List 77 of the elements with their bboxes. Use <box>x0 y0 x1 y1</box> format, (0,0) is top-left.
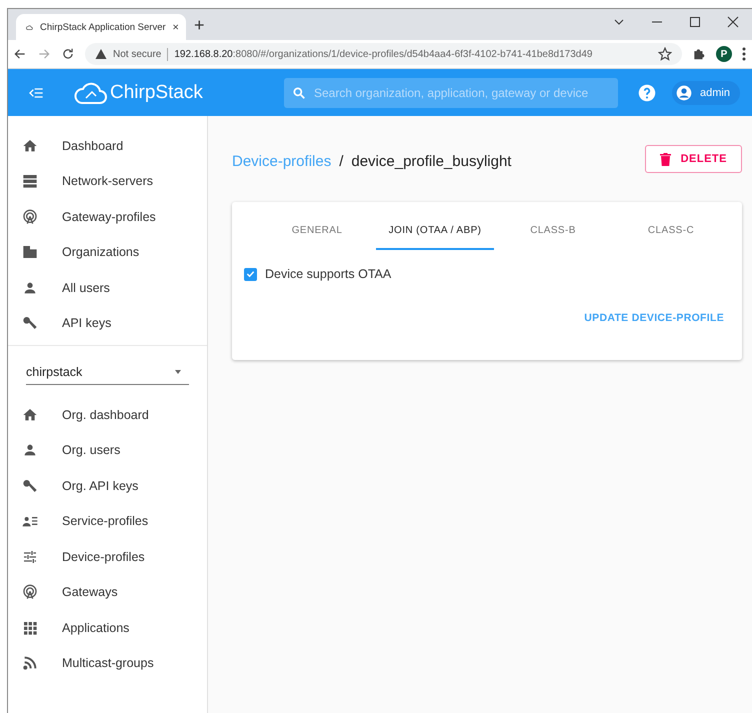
dropdown-caret-icon <box>173 369 183 375</box>
gateway-icon <box>22 584 38 600</box>
person-icon <box>22 442 38 458</box>
tab[interactable]: GENERAL <box>258 202 376 250</box>
item-label: Applications <box>62 620 130 635</box>
star-icon[interactable] <box>658 47 672 61</box>
breadcrumb-separator: / <box>339 152 344 170</box>
person-icon <box>22 280 38 296</box>
sidebar-item[interactable]: Org. API keys <box>8 468 207 504</box>
menu-collapse-icon[interactable] <box>28 86 44 100</box>
sidebar-item[interactable]: Dashboard <box>8 128 207 164</box>
apps-icon <box>22 620 38 636</box>
sidebar-item[interactable]: Organizations <box>8 234 207 270</box>
checkbox-label: Device supports OTAA <box>265 267 392 281</box>
organization-name: chirpstack <box>26 365 82 379</box>
tab-title: ChirpStack Application Server <box>40 22 166 32</box>
item-label: Network-servers <box>62 174 153 188</box>
item-label: All users <box>62 280 110 295</box>
item-label: API keys <box>62 316 112 330</box>
sidebar-item[interactable]: Org. dashboard <box>8 397 207 432</box>
key-icon <box>22 478 38 494</box>
item-label: Org. users <box>62 443 120 458</box>
reload-icon[interactable] <box>61 47 75 61</box>
item-label: Org. API keys <box>62 478 138 493</box>
logo-text: ChirpStack <box>110 82 203 104</box>
page-title: device_profile_busylight <box>351 152 512 170</box>
close-icon[interactable] <box>727 16 739 28</box>
sidebar-item[interactable]: All users <box>8 270 207 306</box>
user-name: admin <box>700 86 730 98</box>
puzzle-icon[interactable] <box>692 47 706 61</box>
item-label: Dashboard <box>62 138 124 153</box>
maximize-icon[interactable] <box>689 16 701 28</box>
sidebar-item[interactable]: Gateway-profiles <box>8 199 207 234</box>
sidebar-item[interactable]: Multicast-groups <box>8 646 207 681</box>
organization-select[interactable]: chirpstack <box>26 360 189 385</box>
tune-icon <box>22 548 38 565</box>
search-icon <box>292 86 306 100</box>
delete-button[interactable]: DELETE <box>644 145 742 173</box>
home-icon <box>22 406 38 423</box>
back-icon[interactable] <box>13 47 27 61</box>
sidebar-item[interactable]: Device-profiles <box>8 539 207 574</box>
url-text: 192.168.8.20:8080/#/organizations/1/device-profiles/d54b4aa4-6f3f-4102-b741-41be8d173d49 <box>174 48 592 60</box>
tab[interactable]: CLASS-B <box>494 202 612 250</box>
item-label: Service-profiles <box>62 514 148 528</box>
profile-avatar[interactable]: P <box>716 46 732 62</box>
tab[interactable]: CLASS-C <box>612 202 730 250</box>
address-bar[interactable]: Not secure 192.168.8.20:8080/#/organizations/1/device-profiles/d54b4aa4-6f3f-4102-b741-41be8d173d49 <box>85 43 682 65</box>
rss-icon <box>22 655 38 672</box>
item-label: Gateways <box>62 585 118 600</box>
security-label: Not secure <box>113 48 162 60</box>
warning-icon <box>95 48 107 60</box>
sidebar-item[interactable]: Applications <box>8 610 207 646</box>
home-icon <box>22 138 38 154</box>
user-menu[interactable]: admin <box>672 80 740 104</box>
sidebar-item[interactable]: Org. users <box>8 432 207 468</box>
gateway-icon <box>22 208 38 225</box>
browser-tab[interactable]: ChirpStack Application Server <box>16 14 186 40</box>
servers-icon <box>22 173 38 190</box>
new-tab-button[interactable]: + <box>186 15 213 40</box>
help-icon[interactable] <box>638 84 656 102</box>
more-icon[interactable] <box>742 47 746 61</box>
checkbox[interactable] <box>244 268 257 280</box>
search-field[interactable]: Search organization, application, gateway or device <box>284 78 618 108</box>
sidebar-item[interactable]: API keys <box>8 306 207 341</box>
item-label: Org. dashboard <box>62 408 149 422</box>
account-icon <box>676 84 692 100</box>
trash-icon <box>660 152 671 166</box>
key-icon <box>22 315 38 332</box>
tab[interactable]: JOIN (OTAA / ABP) <box>376 202 494 250</box>
close-icon[interactable] <box>172 22 178 32</box>
sidebar-item[interactable]: Network-servers <box>8 164 207 199</box>
item-label: Gateway-profiles <box>62 210 156 224</box>
sidebar-item[interactable]: Gateways <box>8 574 207 610</box>
item-label: Device-profiles <box>62 550 145 564</box>
item-label: Multicast-groups <box>62 656 154 670</box>
item-label: Organizations <box>62 245 140 260</box>
sidebar-item[interactable]: Service-profiles <box>8 504 207 539</box>
